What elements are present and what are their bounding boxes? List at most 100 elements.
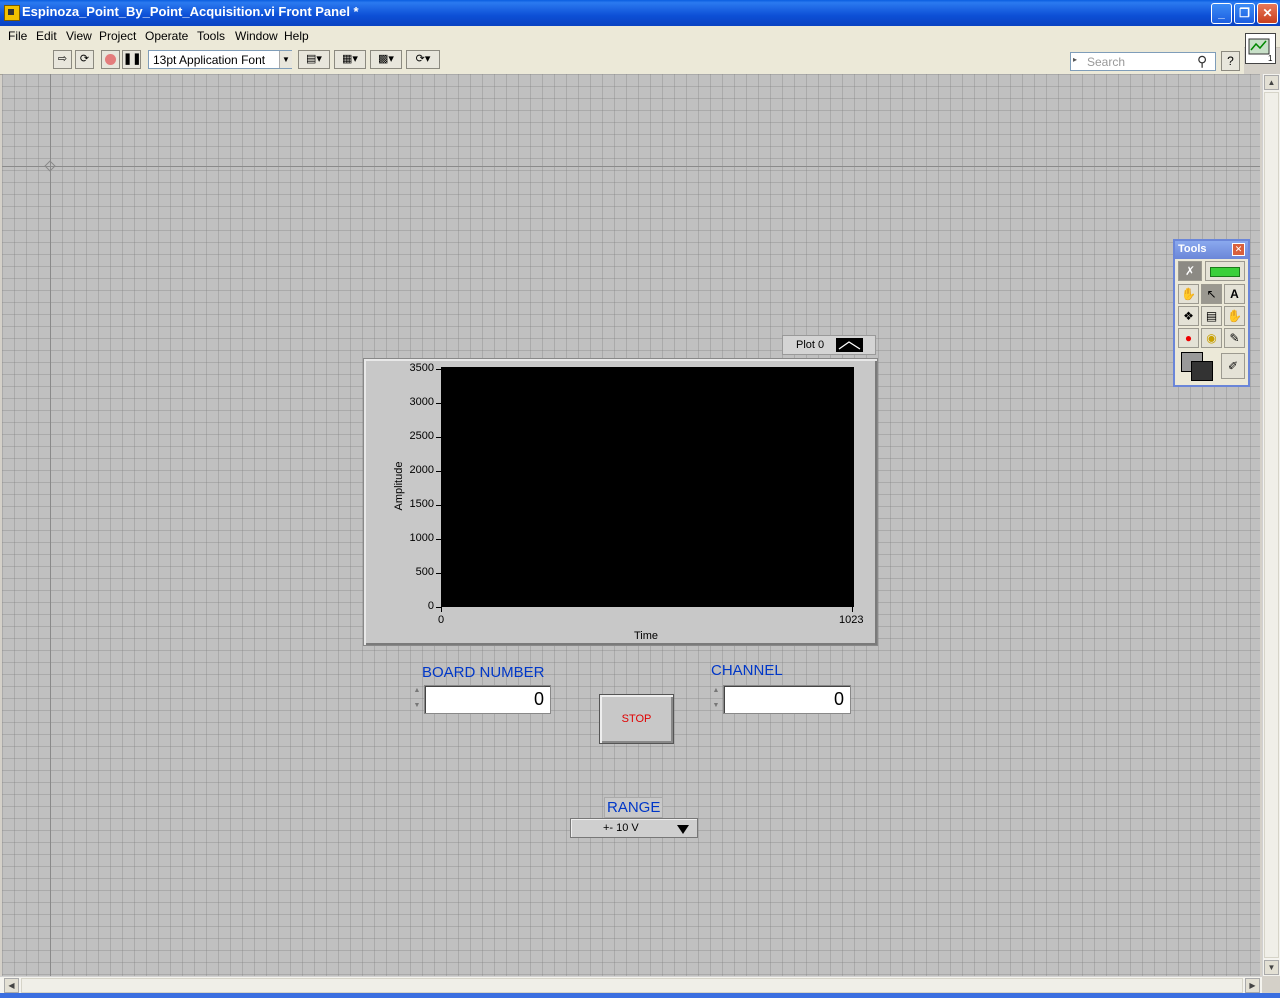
- x-tick-mark: [852, 607, 853, 612]
- vertical-scroll-thumb[interactable]: [1264, 92, 1279, 958]
- tools-close-button[interactable]: ✕: [1232, 243, 1245, 256]
- search-input[interactable]: ▸ Search ⚲: [1070, 52, 1216, 71]
- origin-marker: [44, 160, 56, 172]
- labview-app-icon: [4, 5, 20, 21]
- plot-area[interactable]: [441, 367, 854, 607]
- connect-wire-icon[interactable]: ❖: [1178, 306, 1199, 326]
- maximize-button[interactable]: ❐: [1234, 3, 1255, 24]
- vi-connector-icon[interactable]: 1: [1245, 33, 1276, 64]
- horizontal-scroll-thumb[interactable]: [21, 978, 1243, 993]
- board-number-label: BOARD NUMBER: [422, 664, 545, 681]
- y-tick-mark: [436, 369, 441, 370]
- increment-arrow-icon[interactable]: ▲: [711, 683, 721, 698]
- resize-objects-icon[interactable]: ▩▾: [370, 50, 402, 69]
- run-arrow-icon[interactable]: ⇨: [53, 50, 72, 69]
- search-placeholder: Search: [1087, 55, 1126, 69]
- channel-field[interactable]: 0: [723, 685, 851, 714]
- y-axis-title: Amplitude: [393, 461, 405, 511]
- menu-tools[interactable]: Tools: [197, 29, 225, 43]
- distribute-objects-icon[interactable]: ▦▾: [334, 50, 366, 69]
- range-value: +- 10 V: [603, 822, 639, 834]
- y-tick-mark: [436, 437, 441, 438]
- object-shortcut-menu-icon[interactable]: ▤: [1201, 306, 1222, 326]
- search-icon[interactable]: ⚲: [1197, 53, 1207, 70]
- menu-bar: File Edit View Project Operate Tools Win…: [0, 26, 1280, 48]
- title-bar: Espinoza_Point_By_Point_Acquisition.vi F…: [0, 0, 1280, 26]
- menu-operate[interactable]: Operate: [145, 29, 188, 43]
- stop-button[interactable]: STOP: [599, 694, 674, 744]
- scroll-down-icon[interactable]: ▼: [1264, 960, 1279, 975]
- y-tick-label: 500: [415, 566, 434, 578]
- x-axis-title: Time: [633, 630, 659, 642]
- range-label: RANGE: [604, 797, 664, 818]
- scroll-up-icon[interactable]: ▲: [1264, 75, 1279, 90]
- scroll-right-icon[interactable]: ▶: [1245, 978, 1260, 993]
- toolbar: ⇨ ⟳ ❚❚ 13pt Application Font ▼ ▤▾ ▦▾ ▩▾ …: [0, 47, 1244, 75]
- tools-palette-title: Tools: [1178, 243, 1207, 255]
- menu-view[interactable]: View: [66, 29, 92, 43]
- font-dropdown[interactable]: 13pt Application Font ▼: [148, 50, 292, 69]
- y-tick-label: 1000: [409, 532, 434, 544]
- tools-palette[interactable]: Tools ✕ ✗ ✋ ↖ A ❖ ▤ ✋ ● ◉ ✎ ✐: [1173, 239, 1250, 387]
- menu-window[interactable]: Window: [235, 29, 278, 43]
- range-ring-selector[interactable]: +- 10 V: [570, 818, 698, 838]
- tools-palette-titlebar[interactable]: Tools ✕: [1175, 241, 1248, 259]
- scroll-left-icon[interactable]: ◀: [4, 978, 19, 993]
- menu-file[interactable]: File: [8, 29, 27, 43]
- align-objects-icon[interactable]: ▤▾: [298, 50, 330, 69]
- origin-line-vertical: [50, 74, 51, 976]
- scroll-window-icon[interactable]: ✋: [1224, 306, 1245, 326]
- y-tick-mark: [436, 505, 441, 506]
- edit-text-icon[interactable]: A: [1224, 284, 1245, 304]
- position-size-select-icon[interactable]: ↖: [1201, 284, 1222, 304]
- window-title: Espinoza_Point_By_Point_Acquisition.vi F…: [22, 4, 359, 19]
- y-tick-mark: [436, 539, 441, 540]
- automatic-tool-selection-icon[interactable]: ✗: [1178, 261, 1202, 281]
- close-button[interactable]: ✕: [1257, 3, 1278, 24]
- decrement-arrow-icon[interactable]: ▼: [412, 698, 422, 713]
- minimize-button[interactable]: _: [1211, 3, 1232, 24]
- font-dropdown-value: 13pt Application Font: [153, 53, 266, 67]
- board-number-stepper[interactable]: ▲ ▼: [412, 683, 422, 713]
- breakpoint-icon[interactable]: ●: [1178, 328, 1199, 348]
- plot-legend-label: Plot 0: [796, 339, 825, 351]
- x-tick-label: 1023: [839, 614, 864, 626]
- origin-line-horizontal: [2, 166, 1260, 167]
- x-tick-mark: [441, 607, 442, 612]
- dropdown-arrow-icon[interactable]: [677, 825, 689, 834]
- operate-value-icon[interactable]: ✋: [1178, 284, 1199, 304]
- plot-line-icon[interactable]: [836, 338, 863, 352]
- get-color-icon[interactable]: ✎: [1224, 328, 1245, 348]
- vertical-scrollbar[interactable]: ▲ ▼: [1262, 74, 1280, 976]
- menu-help[interactable]: Help: [284, 29, 309, 43]
- plot-legend[interactable]: Plot 0: [782, 335, 876, 355]
- channel-stepper[interactable]: ▲ ▼: [711, 683, 721, 713]
- y-tick-label: 0: [427, 600, 434, 612]
- plot-svg: [441, 367, 854, 607]
- paintbrush-icon[interactable]: ✐: [1221, 353, 1245, 379]
- x-tick-label: 0: [438, 614, 445, 626]
- menu-edit[interactable]: Edit: [36, 29, 57, 43]
- pause-icon[interactable]: ❚❚: [122, 50, 141, 69]
- board-number-field[interactable]: 0: [424, 685, 551, 714]
- decrement-arrow-icon[interactable]: ▼: [711, 698, 721, 713]
- channel-label: CHANNEL: [711, 662, 783, 679]
- y-tick-mark: [436, 403, 441, 404]
- abort-execution-icon[interactable]: [101, 50, 120, 69]
- y-tick-mark: [436, 471, 441, 472]
- menu-project[interactable]: Project: [99, 29, 136, 43]
- set-color-icon[interactable]: [1178, 350, 1218, 383]
- horizontal-scrollbar[interactable]: ◀ ▶: [0, 976, 1262, 994]
- probe-data-icon[interactable]: ◉: [1201, 328, 1222, 348]
- auto-select-indicator-icon[interactable]: [1205, 261, 1245, 281]
- increment-arrow-icon[interactable]: ▲: [412, 683, 422, 698]
- y-tick-label: 2500: [409, 430, 434, 442]
- y-tick-label: 3500: [409, 362, 434, 374]
- taskbar-strip: [0, 993, 1280, 998]
- svg-text:1: 1: [1268, 54, 1273, 63]
- y-tick-mark: [436, 573, 441, 574]
- help-button[interactable]: ?: [1221, 51, 1240, 71]
- search-options-icon[interactable]: ▸: [1073, 55, 1077, 64]
- reorder-icon[interactable]: ⟳▾: [406, 50, 440, 69]
- run-continuously-icon[interactable]: ⟳: [75, 50, 94, 69]
